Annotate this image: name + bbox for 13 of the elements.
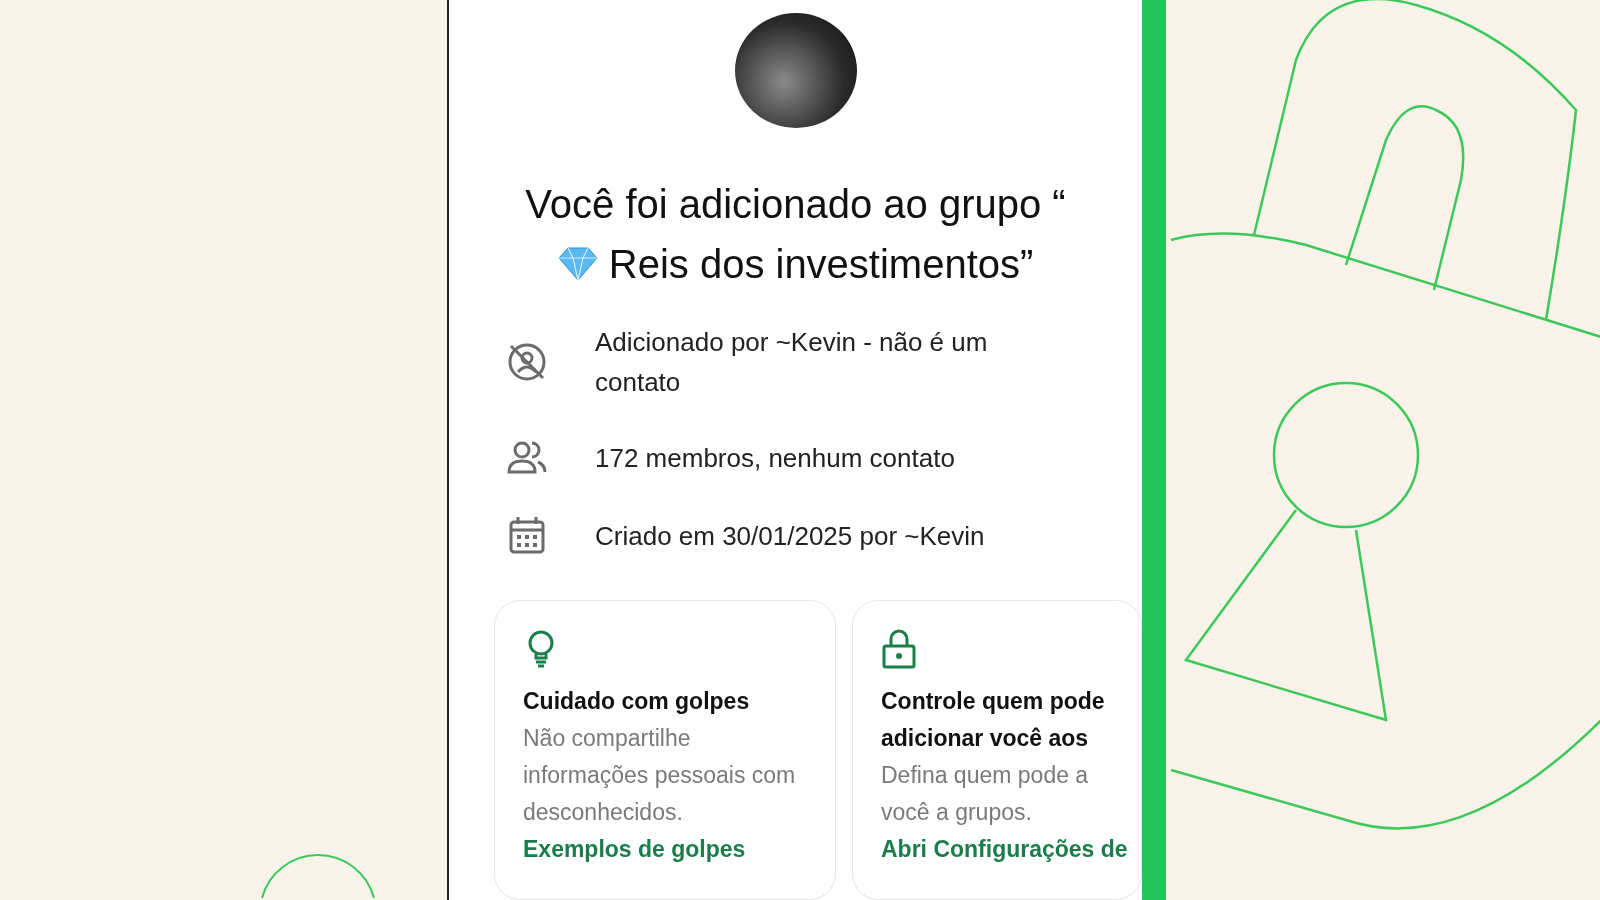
title-text: Você foi adicionado ao grupo “ — [525, 182, 1066, 226]
info-text: 172 membros, nenhum contato — [595, 442, 955, 475]
info-text: Criado em 30/01/2025 por ~Kevin — [595, 520, 985, 553]
card-link[interactable]: Exemplos de golpes — [523, 836, 746, 862]
card-title: Cuidado com golpes — [523, 687, 751, 716]
info-text: Adicionado por ~Kevin - não é um contato — [595, 326, 989, 399]
card-description: Defina quem pode a você a grupos. — [881, 761, 1090, 827]
padlock-icon — [881, 629, 917, 669]
card-description: Não compartilhe informações pessoais com desconhecidos. — [523, 724, 797, 827]
card-title: Controle quem pode adicionar você aos — [881, 687, 1106, 753]
title-text: Reis dos investimentos” — [608, 242, 1034, 286]
card-link[interactable]: Abri Configurações de — [881, 836, 1128, 862]
diamond-icon — [557, 246, 598, 282]
